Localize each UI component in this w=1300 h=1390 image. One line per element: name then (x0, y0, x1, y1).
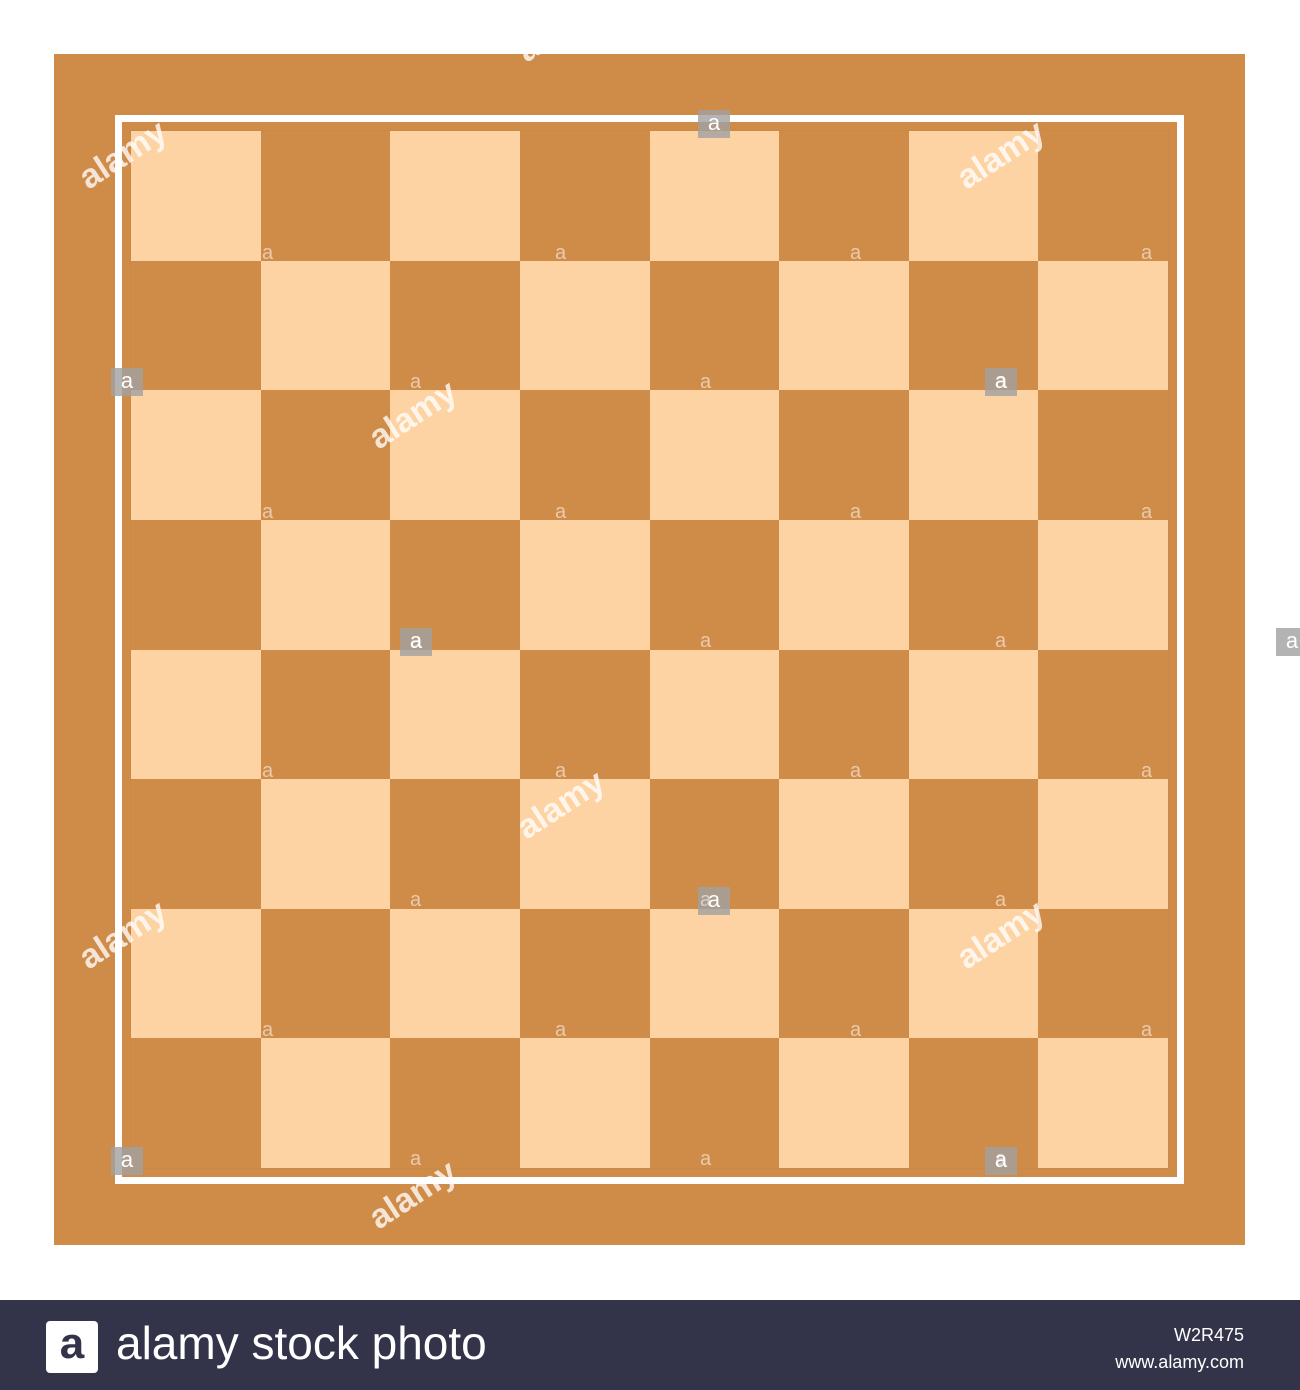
alamy-logo-letter: a (59, 1319, 85, 1368)
square-g8[interactable] (908, 131, 1039, 261)
square-e2[interactable] (649, 908, 780, 1039)
square-a3[interactable] (131, 779, 261, 909)
watermark-small: a (262, 1278, 274, 1300)
square-b2[interactable] (260, 908, 391, 1039)
watermark-badge: a (1276, 628, 1300, 656)
square-a1[interactable] (131, 1038, 261, 1168)
chessboard[interactable] (130, 130, 1169, 1169)
square-g4[interactable] (908, 649, 1039, 780)
square-e1[interactable] (649, 1038, 780, 1168)
watermark-word: alamy (1240, 372, 1300, 457)
square-a5[interactable] (131, 519, 261, 650)
square-f4[interactable] (779, 649, 909, 780)
square-b4[interactable] (260, 649, 391, 780)
square-c2[interactable] (390, 908, 520, 1039)
square-a6[interactable] (131, 390, 261, 520)
square-e8[interactable] (649, 131, 780, 261)
square-h6[interactable] (1038, 390, 1168, 520)
square-e7[interactable] (649, 260, 780, 391)
square-f7[interactable] (779, 260, 909, 391)
square-g6[interactable] (908, 390, 1039, 520)
site-url: www.alamy.com (1115, 1352, 1244, 1372)
square-f8[interactable] (779, 131, 909, 261)
square-c5[interactable] (390, 519, 520, 650)
square-b3[interactable] (260, 779, 391, 909)
square-g3[interactable] (908, 779, 1039, 909)
square-h8[interactable] (1038, 131, 1168, 261)
watermark-small: a (850, 1278, 862, 1300)
square-h4[interactable] (1038, 649, 1168, 780)
square-d4[interactable] (519, 649, 650, 780)
square-b6[interactable] (260, 390, 391, 520)
square-b1[interactable] (260, 1038, 391, 1168)
square-a7[interactable] (131, 260, 261, 391)
square-e6[interactable] (649, 390, 780, 520)
square-d8[interactable] (519, 131, 650, 261)
square-d2[interactable] (519, 908, 650, 1039)
square-f3[interactable] (779, 779, 909, 909)
brand-text: alamy stock photo (116, 1317, 487, 1369)
square-g7[interactable] (908, 260, 1039, 391)
watermark-word: alamy (1240, 1152, 1300, 1237)
square-e4[interactable] (649, 649, 780, 780)
square-e3[interactable] (649, 779, 780, 909)
square-h3[interactable] (1038, 779, 1168, 909)
square-d5[interactable] (519, 519, 650, 650)
square-a4[interactable] (131, 649, 261, 780)
square-f2[interactable] (779, 908, 909, 1039)
square-f6[interactable] (779, 390, 909, 520)
square-d6[interactable] (519, 390, 650, 520)
square-g2[interactable] (908, 908, 1039, 1039)
square-b8[interactable] (260, 131, 391, 261)
square-c3[interactable] (390, 779, 520, 909)
square-e5[interactable] (649, 519, 780, 650)
square-h5[interactable] (1038, 519, 1168, 650)
square-d1[interactable] (519, 1038, 650, 1168)
square-b5[interactable] (260, 519, 391, 650)
square-c7[interactable] (390, 260, 520, 391)
square-c6[interactable] (390, 390, 520, 520)
square-f1[interactable] (779, 1038, 909, 1168)
image-id: W2R475 (1173, 1325, 1244, 1345)
alamy-logo: a (46, 1321, 98, 1373)
square-c8[interactable] (390, 131, 520, 261)
square-g5[interactable] (908, 519, 1039, 650)
square-d3[interactable] (519, 779, 650, 909)
square-b7[interactable] (260, 260, 391, 391)
square-g1[interactable] (908, 1038, 1039, 1168)
watermark-small: a (555, 1278, 567, 1300)
square-c4[interactable] (390, 649, 520, 780)
square-c1[interactable] (390, 1038, 520, 1168)
watermark-small: a (1141, 1278, 1153, 1300)
square-h7[interactable] (1038, 260, 1168, 391)
square-a8[interactable] (131, 131, 261, 261)
square-a2[interactable] (131, 908, 261, 1039)
square-h2[interactable] (1038, 908, 1168, 1039)
square-d7[interactable] (519, 260, 650, 391)
square-h1[interactable] (1038, 1038, 1168, 1168)
square-f5[interactable] (779, 519, 909, 650)
footer-bar: a alamy stock photo W2R475 www.alamy.com (0, 1300, 1300, 1390)
